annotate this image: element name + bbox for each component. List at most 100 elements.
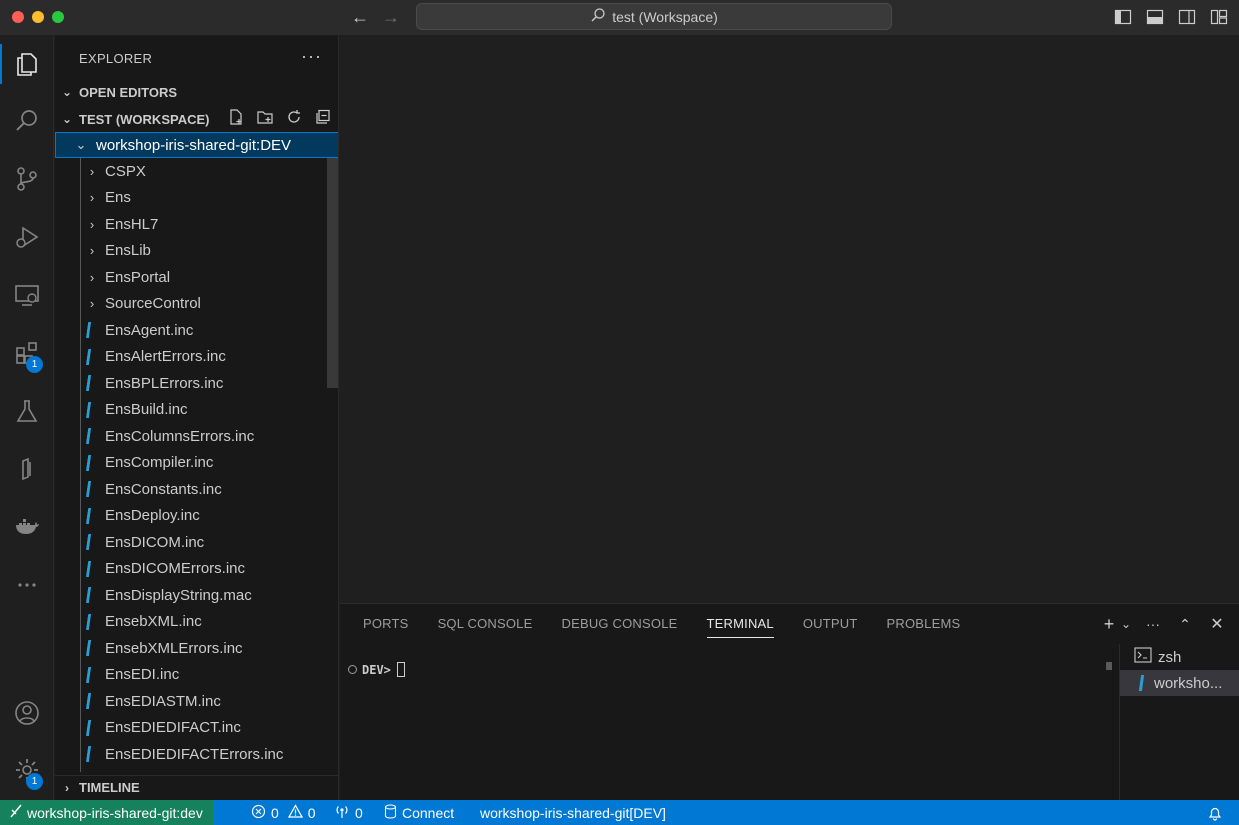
tree-file[interactable]: EnsAgent.inc	[55, 317, 338, 343]
tab-terminal[interactable]: TERMINAL	[706, 616, 774, 638]
terminal-item-zsh[interactable]: zsh	[1120, 644, 1239, 670]
tree-root-folder[interactable]: ⌄ workshop-iris-shared-git:DEV	[55, 132, 338, 158]
section-workspace[interactable]: ⌄ TEST (WORKSPACE)	[55, 107, 338, 131]
file-label: EnsebXMLErrors.inc	[105, 639, 243, 657]
file-label: EnsBuild.inc	[105, 401, 188, 418]
tree-file[interactable]: EnsDisplayString.mac	[55, 582, 338, 608]
intersystems-icon[interactable]	[0, 445, 54, 493]
new-terminal-icon[interactable]: +	[1099, 614, 1119, 634]
tree-file[interactable]: EnsEDI.inc	[55, 662, 338, 688]
collapse-all-icon[interactable]	[313, 107, 333, 127]
tree-file[interactable]: EnsEDIEDIFACT.inc	[55, 715, 338, 741]
new-folder-icon[interactable]	[255, 107, 275, 127]
chevron-right-icon: ›	[89, 190, 95, 205]
tree-file[interactable]: EnsBPLErrors.inc	[55, 370, 338, 396]
sidebar-title: EXPLORER	[79, 51, 153, 66]
tree-file[interactable]: EnsDICOM.inc	[55, 529, 338, 555]
section-timeline[interactable]: › TIMELINE	[55, 775, 338, 799]
tree-folder-cspx[interactable]: › CSPX	[55, 158, 338, 184]
folder-label: EnsLib	[105, 242, 151, 259]
file-label: EnsEDIASTM.inc	[105, 692, 221, 710]
remote-indicator[interactable]: workshop-iris-shared-git:dev	[0, 800, 213, 825]
problems-status[interactable]: 0 0	[251, 800, 316, 825]
extensions-badge: 1	[26, 356, 43, 373]
window-minimize-button[interactable]	[32, 11, 44, 23]
terminal-scrollbar[interactable]	[1106, 662, 1112, 670]
tree-file[interactable]: EnsEDIASTM.inc	[55, 688, 338, 714]
toggle-primary-sidebar-icon[interactable]	[1113, 7, 1133, 27]
account-icon[interactable]	[0, 689, 54, 737]
tab-debug-console[interactable]: DEBUG CONSOLE	[561, 616, 677, 638]
status-bar: workshop-iris-shared-git:dev 0 0 0 Conne…	[0, 800, 1239, 825]
chevron-down-icon[interactable]: ⌄	[1121, 614, 1131, 634]
tab-output[interactable]: OUTPUT	[803, 616, 858, 638]
tree-file[interactable]: EnsebXMLErrors.inc	[55, 635, 338, 661]
forward-arrow-icon[interactable]: →	[380, 6, 402, 28]
connect-label: Connect	[402, 804, 455, 821]
tree-file[interactable]: EnsColumnsErrors.inc	[55, 423, 338, 449]
tab-sql-console[interactable]: SQL CONSOLE	[438, 616, 533, 638]
remote-explorer-icon[interactable]	[0, 271, 54, 319]
back-arrow-icon[interactable]: ←	[349, 6, 371, 28]
tree-file[interactable]: EnsebXML.inc	[55, 609, 338, 635]
extensions-icon[interactable]: 1	[0, 329, 54, 377]
files-icon[interactable]	[0, 40, 54, 88]
warning-count: 0	[307, 804, 316, 821]
customize-layout-icon[interactable]	[1209, 7, 1229, 27]
chevron-right-icon: ›	[89, 296, 95, 311]
tree-file[interactable]: EnsConstants.inc	[55, 476, 338, 502]
tree-folder-enshl7[interactable]: › EnsHL7	[55, 211, 338, 237]
flask-icon[interactable]	[0, 387, 54, 435]
tree-folder-ens[interactable]: › Ens	[55, 185, 338, 211]
notifications-bell-icon[interactable]	[1207, 800, 1223, 825]
section-open-editors-label: OPEN EDITORS	[79, 84, 178, 100]
tree-file[interactable]: EnsEDIEDIFACTErrors.inc	[55, 741, 338, 767]
more-actions-icon[interactable]: ···	[301, 46, 322, 67]
tree-file[interactable]: EnsBuild.inc	[55, 397, 338, 423]
connect-status[interactable]: Connect	[384, 800, 454, 825]
tree-folder-ensportal[interactable]: › EnsPortal	[55, 264, 338, 290]
folder-label: EnsHL7	[105, 215, 159, 233]
window-maximize-button[interactable]	[52, 11, 64, 23]
folder-label: EnsPortal	[105, 268, 171, 286]
gear-icon[interactable]: 1	[0, 746, 54, 794]
toggle-panel-icon[interactable]	[1145, 7, 1165, 27]
tree-folder-enslib[interactable]: › EnsLib	[55, 238, 338, 264]
toggle-secondary-sidebar-icon[interactable]	[1177, 7, 1197, 27]
docker-icon[interactable]	[0, 503, 54, 551]
new-file-icon[interactable]	[226, 107, 246, 127]
tree-file[interactable]: EnsAlertErrors.inc	[55, 344, 338, 370]
terminal-output[interactable]: DEV>	[348, 662, 405, 677]
refresh-icon[interactable]	[284, 107, 304, 127]
tree-file[interactable]: EnsCompiler.inc	[55, 450, 338, 476]
command-center-search[interactable]: test (Workspace)	[416, 3, 892, 30]
server-status[interactable]: workshop-iris-shared-git[DEV]	[480, 800, 666, 825]
file-label: EnsebXML.inc	[105, 613, 202, 630]
tree-file[interactable]: EnsDICOMErrors.inc	[55, 556, 338, 582]
terminal-item-workshop[interactable]: worksho...	[1120, 670, 1239, 696]
chevron-down-icon: ⌄	[61, 112, 73, 126]
ports-status[interactable]: 0	[334, 800, 363, 825]
search-icon[interactable]	[0, 97, 54, 145]
editor-area[interactable]	[340, 36, 1239, 602]
file-icon	[85, 375, 93, 391]
file-icon	[85, 746, 93, 762]
run-debug-icon[interactable]	[0, 213, 54, 261]
tab-ports[interactable]: PORTS	[363, 616, 409, 638]
maximize-panel-icon[interactable]: ⌃	[1175, 614, 1195, 634]
tree-folder-sourcecontrol[interactable]: › SourceControl	[55, 291, 338, 317]
window-close-button[interactable]	[12, 11, 24, 23]
more-actions-icon[interactable]: ···	[1143, 614, 1163, 634]
ellipsis-icon[interactable]	[0, 561, 54, 609]
tab-problems[interactable]: PROBLEMS	[887, 616, 961, 638]
section-open-editors[interactable]: ⌄ OPEN EDITORS	[55, 80, 338, 104]
source-control-icon[interactable]	[0, 155, 54, 203]
terminal-item-label: worksho...	[1154, 674, 1223, 692]
file-icon	[85, 613, 93, 630]
tree-file[interactable]: EnsDeploy.inc	[55, 503, 338, 529]
folder-label: CSPX	[105, 162, 146, 180]
file-icon	[85, 507, 93, 524]
close-icon[interactable]: ✕	[1207, 614, 1227, 634]
intersystems-icon	[1138, 675, 1150, 691]
file-icon	[85, 481, 93, 497]
